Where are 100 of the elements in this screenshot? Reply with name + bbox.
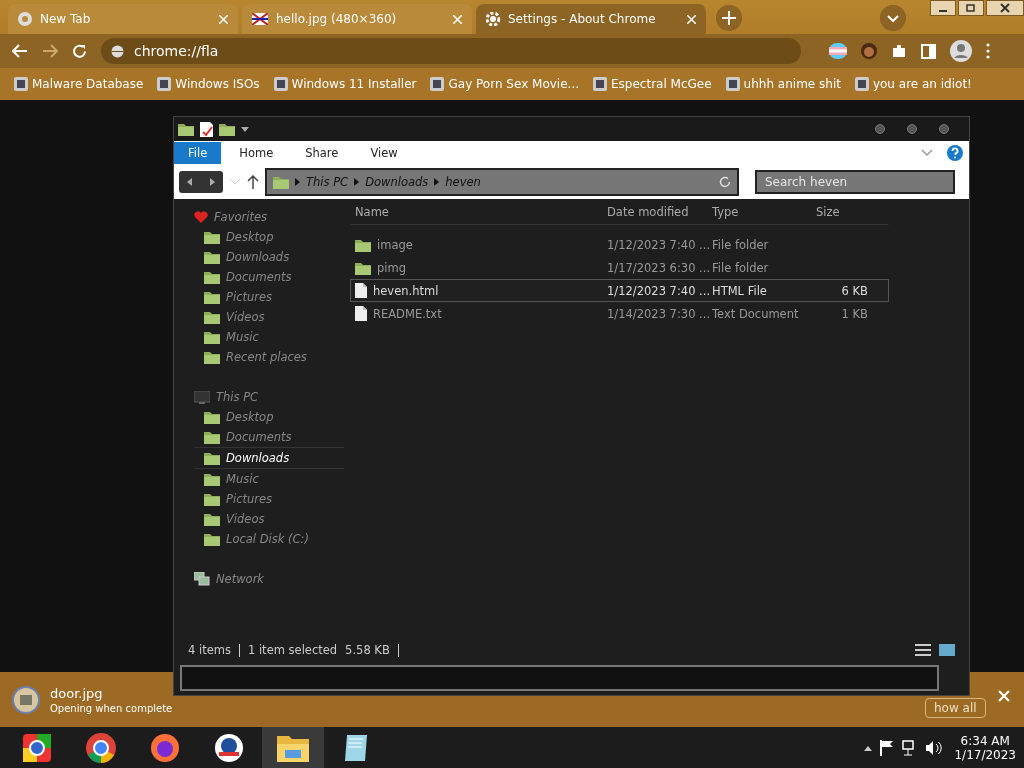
folder-icon <box>204 451 220 465</box>
avatar-icon[interactable] <box>861 43 877 59</box>
maximize-button[interactable] <box>907 124 917 134</box>
new-tab-icon[interactable] <box>716 5 742 31</box>
download-filename[interactable]: door.jpg <box>50 685 173 701</box>
bookmark[interactable]: uhhh anime shit <box>725 77 841 91</box>
app-icon[interactable] <box>214 732 244 763</box>
folder-icon <box>204 410 220 424</box>
close-icon[interactable] <box>986 0 1024 16</box>
side-panel-icon[interactable] <box>921 43 936 59</box>
status-text: 5.58 KB <box>345 643 390 657</box>
nav-item[interactable]: Pictures <box>194 287 344 307</box>
nav-item[interactable]: Local Disk (C:) <box>194 529 344 549</box>
file-row[interactable]: image 1/12/2023 7:40 ... File folder <box>350 233 889 256</box>
nav-item[interactable]: Downloads <box>194 447 344 469</box>
breadcrumb-item[interactable]: Downloads <box>365 175 429 189</box>
file-row[interactable]: README.txt 1/14/2023 7:30 ... Text Document 1 KB <box>350 302 889 325</box>
status-text: 4 items <box>188 643 231 657</box>
profile-icon[interactable] <box>950 40 972 62</box>
restore-icon[interactable] <box>958 0 984 16</box>
file-row[interactable]: pimg 1/17/2023 6:30 ... File folder <box>350 256 889 279</box>
ribbon-tab[interactable]: Share <box>291 142 353 164</box>
show-hidden-icon[interactable] <box>864 744 873 751</box>
clock-date[interactable]: 1/17/2023 <box>954 747 1016 762</box>
folder-icon <box>355 260 371 275</box>
tiles-view-icon[interactable] <box>939 644 955 656</box>
back-icon[interactable] <box>12 44 28 58</box>
date-cell-text: 1/12/2023 7:40 ... <box>606 237 708 252</box>
browser-tab[interactable]: Settings - About Chrome <box>476 4 706 34</box>
nav-item[interactable]: Documents <box>194 267 344 287</box>
column-header[interactable]: Size <box>812 205 872 219</box>
nav-item[interactable]: Downloads <box>194 247 344 267</box>
chrome-icon[interactable] <box>86 732 116 763</box>
clock-time[interactable]: 6:34 AM <box>960 733 1010 748</box>
nav-item[interactable]: Music <box>194 327 344 347</box>
tab-search-icon[interactable] <box>880 5 906 31</box>
column-header[interactable]: Type <box>708 205 812 219</box>
nav-item[interactable]: This PC <box>194 387 344 407</box>
bookmark[interactable]: Gay Porn Sex Movie... <box>430 77 579 91</box>
nav-item[interactable]: Desktop <box>194 227 344 247</box>
bookmark[interactable]: Espectral McGee <box>593 77 712 91</box>
expand-ribbon-icon[interactable] <box>921 149 933 157</box>
file-explorer-icon[interactable] <box>277 733 309 762</box>
bookmark[interactable]: Windows ISOs <box>157 77 260 91</box>
refresh-icon[interactable] <box>719 176 731 188</box>
up-icon[interactable] <box>247 175 259 189</box>
new-folder-icon <box>219 122 235 136</box>
scrollbar[interactable] <box>180 665 939 691</box>
bookmark[interactable]: Malware Database <box>14 77 144 91</box>
ribbon-tab[interactable]: View <box>356 142 412 164</box>
nav-item[interactable]: Favorites <box>194 207 344 227</box>
address-bar[interactable]: chrome://fla <box>101 38 801 64</box>
monitor-icon <box>194 390 210 404</box>
file-name: heven.html <box>373 283 439 298</box>
extensions-icon[interactable] <box>891 43 907 59</box>
browser-tab[interactable]: hello.jpg (480×360) <box>242 4 472 34</box>
nav-item[interactable]: Videos <box>194 307 344 327</box>
bookmark[interactable]: Windows 11 Installer <box>273 77 417 91</box>
nav-item[interactable]: Music <box>194 469 344 489</box>
breadcrumb-item[interactable]: This PC <box>306 175 349 189</box>
folder-icon <box>204 430 220 444</box>
folder-icon <box>204 270 220 284</box>
browser-tab[interactable]: New Tab <box>8 4 238 34</box>
minimize-button[interactable] <box>875 124 885 134</box>
details-view-icon[interactable] <box>915 644 931 656</box>
folder-icon <box>204 532 220 546</box>
nav-item[interactable]: Documents <box>194 427 344 447</box>
nav-item[interactable]: Network <box>194 569 344 589</box>
flag-icon <box>252 13 268 25</box>
file-row[interactable]: heven.html 1/12/2023 7:40 ... HTML File 6 KB <box>350 279 889 302</box>
app-icon[interactable] <box>23 733 51 762</box>
column-header[interactable]: Name <box>351 205 603 219</box>
reload-icon[interactable] <box>72 43 87 59</box>
help-icon[interactable] <box>947 145 963 161</box>
column-header[interactable]: Date modified <box>603 205 708 219</box>
bookmark-icon <box>14 77 28 91</box>
search-field[interactable]: Search heven <box>755 170 955 194</box>
nav-item[interactable]: Desktop <box>194 407 344 427</box>
nav-item[interactable]: Videos <box>194 509 344 529</box>
close-button[interactable] <box>939 124 949 134</box>
folder-icon <box>355 237 371 252</box>
type-cell-text: HTML File <box>711 283 768 298</box>
minimize-icon[interactable] <box>930 0 956 16</box>
address-bar[interactable]: This PC Downloads heven <box>265 168 739 196</box>
bookmark-icon <box>273 77 288 91</box>
firefox-icon[interactable] <box>150 732 180 763</box>
ribbon-tab[interactable]: File <box>174 142 222 164</box>
menu-icon[interactable] <box>986 43 990 59</box>
show-all-button[interactable]: how all <box>925 698 986 718</box>
ribbon-tab[interactable]: Home <box>225 142 288 164</box>
extension-icon[interactable] <box>829 43 847 59</box>
bookmark-icon <box>593 77 607 91</box>
nav-item[interactable]: Recent places <box>194 347 344 367</box>
bookmark[interactable]: you are an idiot! <box>854 77 972 91</box>
properties-icon[interactable] <box>200 121 213 137</box>
flag-icon[interactable] <box>880 739 895 756</box>
breadcrumb-item[interactable]: heven <box>445 175 481 189</box>
dropdown-icon[interactable] <box>241 125 249 133</box>
volume-icon[interactable] <box>926 740 943 755</box>
nav-item[interactable]: Pictures <box>194 489 344 509</box>
